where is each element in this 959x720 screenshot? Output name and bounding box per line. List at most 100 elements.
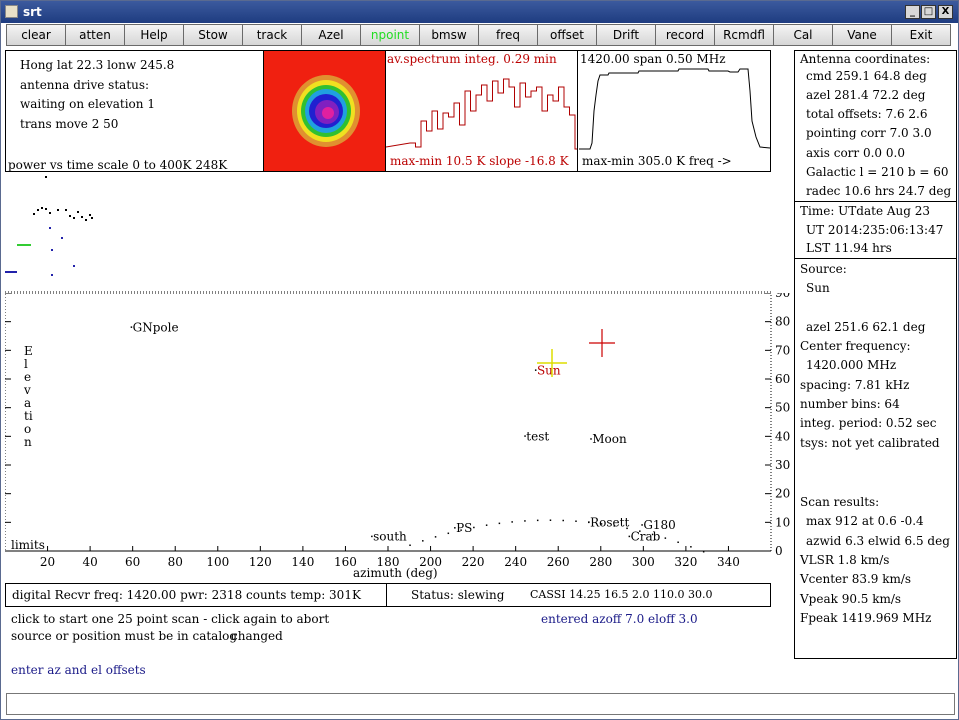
az-tick-label: 40 (82, 555, 97, 569)
raw-spectrum-panel: 1420.00 span 0.50 MHz max-min 305.0 K fr… (577, 50, 771, 172)
toolbar-button-freq[interactable]: freq (478, 24, 537, 46)
number-bins: number bins: 64 (800, 397, 900, 411)
power-sample (17, 244, 19, 246)
toolbar-button-azel[interactable]: Azel (301, 24, 360, 46)
horizon-dot (473, 526, 475, 529)
toolbar-button-atten[interactable]: atten (65, 24, 124, 46)
vlsr: VLSR 1.8 km/s (800, 553, 890, 567)
slew-status: Status: slewing (411, 588, 505, 602)
toolbar-button-vane[interactable]: Vane (832, 24, 891, 46)
toolbar-button-clear[interactable]: clear (6, 24, 65, 46)
antenna-header: Antenna coordinates: (800, 52, 931, 66)
power-sample (89, 214, 91, 216)
power-sample (11, 271, 13, 273)
power-sample (45, 208, 47, 210)
power-sample (23, 244, 25, 246)
power-sample (33, 213, 35, 215)
power-sample (57, 209, 59, 211)
beam-peak (322, 107, 334, 119)
center-freq: 1420.000 MHz (806, 358, 897, 372)
source-label-moon[interactable]: Moon (592, 432, 627, 446)
power-sample (51, 249, 53, 251)
raw-spectrum-trace (579, 68, 771, 150)
toolbar-button-exit[interactable]: Exit (891, 24, 951, 46)
title-bar: srt _ □ X (1, 1, 958, 23)
az-tick-label: 280 (589, 555, 612, 569)
ut-date: Time: UTdate Aug 23 (800, 204, 931, 218)
power-sample (85, 219, 87, 221)
az-tick-label: 80 (168, 555, 183, 569)
horizon-dot (626, 527, 628, 530)
center-freq-label: Center frequency: (800, 339, 911, 353)
tsys: tsys: not yet calibrated (800, 436, 940, 450)
changed-message: changed (231, 629, 283, 643)
power-sample (91, 217, 93, 219)
source-label-sun[interactable]: Sun (537, 363, 561, 377)
toolbar-button-track[interactable]: track (242, 24, 301, 46)
source-label-south[interactable]: south (373, 530, 407, 544)
receiver-status: digital Recvr freq: 1420.00 pwr: 2318 co… (12, 588, 361, 602)
azel-sky-map[interactable]: 20 40 60 80 100 120 140 160 180 200 220 240 260 280 30… (5, 293, 795, 583)
horizon-dot (690, 546, 692, 548)
toolbar-button-bmsw[interactable]: bmsw (419, 24, 478, 46)
maximize-button[interactable]: □ (921, 5, 936, 19)
horizon-dot (562, 519, 564, 522)
minimize-button[interactable]: _ (905, 5, 920, 19)
vpeak: Vpeak 90.5 km/s (800, 592, 902, 606)
power-sample (49, 212, 51, 214)
horizon-dot (702, 551, 705, 553)
el-tick-label: 0 (775, 544, 783, 558)
toolbar-button-offset[interactable]: offset (537, 24, 596, 46)
toolbar-button-record[interactable]: record (655, 24, 714, 46)
power-sample (77, 211, 79, 213)
horizon-dot (409, 544, 411, 546)
az-tick-label: 100 (206, 555, 229, 569)
el-tick-label: 20 (775, 487, 790, 501)
el-tick-label: 60 (775, 372, 790, 386)
window-title: srt (23, 5, 42, 19)
lst-time: LST 11.94 hrs (806, 241, 892, 255)
source-label-rosett[interactable]: Rosett (590, 515, 629, 529)
el-tick-label: 10 (775, 515, 790, 529)
power-sample (13, 271, 15, 273)
az-tick-label: 340 (717, 555, 740, 569)
source-label-test[interactable]: test (526, 429, 549, 443)
toolbar-button-drift[interactable]: Drift (596, 24, 655, 46)
power-sample (81, 216, 83, 218)
source-label-gnpole[interactable]: GNpole (133, 320, 179, 334)
toolbar-button-rcmdfl[interactable]: Rcmdfl (714, 24, 773, 46)
toolbar-button-stow[interactable]: Stow (183, 24, 242, 46)
power-sample (73, 217, 75, 219)
az-tick-label: 300 (632, 555, 655, 569)
power-sample (21, 244, 23, 246)
pointing-corr: pointing corr 7.0 3.0 (806, 126, 932, 140)
el-tick-label: 30 (775, 458, 790, 472)
vcenter: Vcenter 83.9 km/s (800, 572, 912, 586)
el-tick-label: 50 (775, 401, 790, 415)
source-label-crab[interactable]: Crab (631, 530, 661, 544)
power-sample (7, 271, 9, 273)
antenna-position-cross (589, 329, 615, 357)
horizon-dot (460, 529, 462, 531)
el-tick-label: 40 (775, 429, 790, 443)
power-sample (27, 244, 29, 246)
horizon-dot (498, 522, 501, 525)
time-panel: Time: UTdate Aug 23 UT 2014:235:06:13:47… (794, 201, 957, 259)
horizon-dot (422, 540, 424, 542)
close-button[interactable]: X (938, 5, 953, 19)
toolbar-button-help[interactable]: Help (124, 24, 183, 46)
toolbar-button-cal[interactable]: Cal (773, 24, 832, 46)
power-sample (73, 265, 75, 267)
power-sample (15, 271, 17, 273)
az-tick-label: 20 (40, 555, 55, 569)
az-tick-label: 320 (674, 555, 697, 569)
power-sample (5, 271, 7, 273)
az-tick-label: 140 (291, 555, 314, 569)
limits-label: limits (11, 538, 45, 552)
antenna-coords-panel: Antenna coordinates: cmd 259.1 64.8 deg … (794, 50, 957, 202)
source-label-ps[interactable]: PS (456, 521, 472, 535)
cassi-status: CASSI 14.25 16.5 2.0 110.0 30.0 (530, 588, 713, 601)
toolbar-button-npoint[interactable]: npoint (360, 24, 419, 46)
command-input[interactable] (6, 693, 955, 715)
el-tick-label: 80 (775, 315, 790, 329)
